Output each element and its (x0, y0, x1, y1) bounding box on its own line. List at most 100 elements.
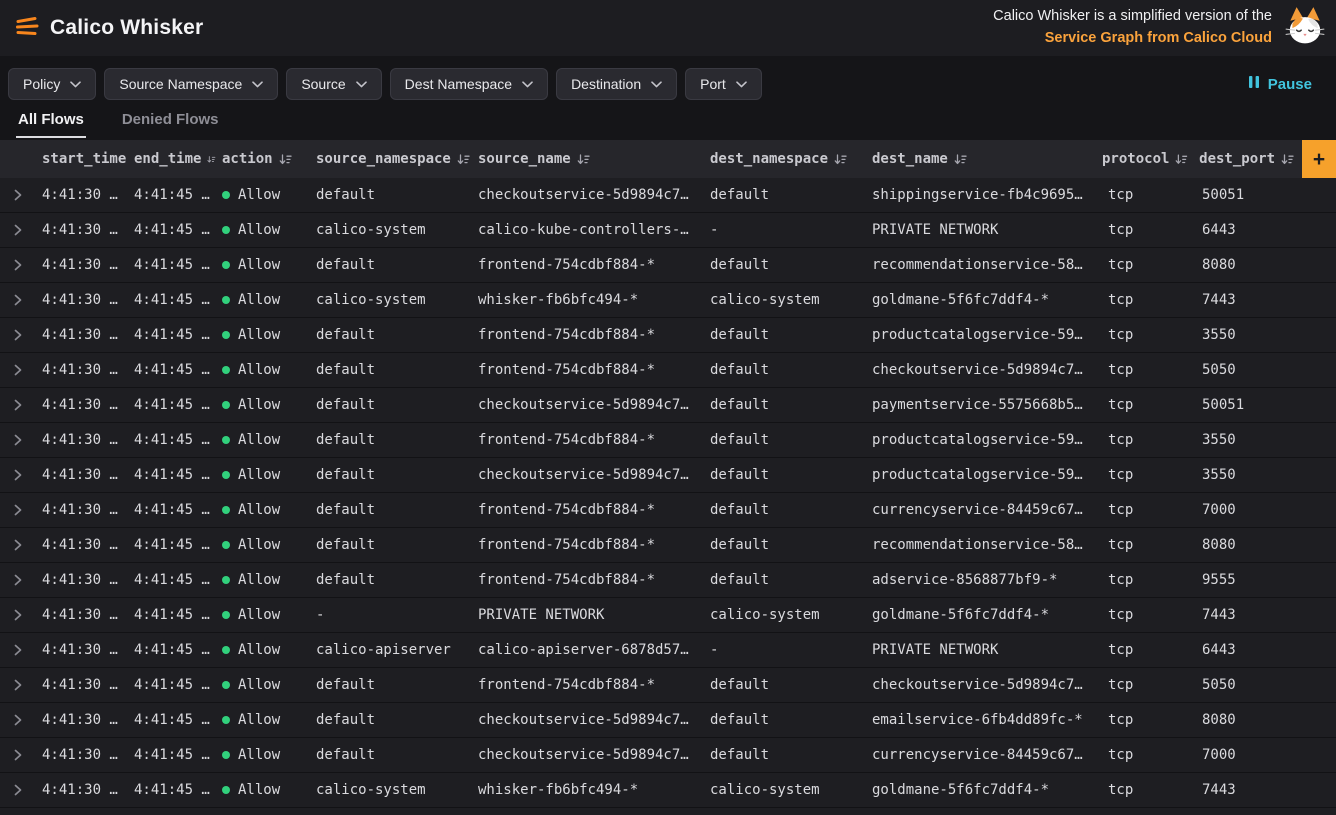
chevron-right-icon (14, 714, 22, 726)
filter-destination-button[interactable]: Destination (556, 68, 677, 100)
filter-source-button[interactable]: Source (286, 68, 381, 100)
cell-source_namespace: default (310, 397, 472, 413)
filter-dest-namespace-button[interactable]: Dest Namespace (390, 68, 548, 100)
row-expander[interactable] (0, 773, 36, 807)
row-expander[interactable] (0, 388, 36, 422)
allow-status-dot (222, 751, 230, 759)
cell-source_namespace: default (310, 257, 472, 273)
cell-protocol: tcp (1102, 467, 1196, 483)
cell-dest_namespace: default (704, 327, 866, 343)
column-header-source_namespace[interactable]: source_namespace (310, 151, 472, 167)
cell-source_name: whisker-fb6bfc494-* (472, 782, 704, 798)
pause-button[interactable]: Pause (1232, 75, 1328, 93)
chevron-down-icon (356, 81, 367, 88)
row-expander[interactable] (0, 318, 36, 352)
chevron-right-icon (14, 644, 22, 656)
row-expander[interactable] (0, 703, 36, 737)
action-label: Allow (238, 677, 280, 693)
action-label: Allow (238, 397, 280, 413)
table-row[interactable]: 4:41:30 …4:41:45 …Allowdefaultfrontend-7… (0, 353, 1336, 388)
column-header-dest_namespace[interactable]: dest_namespace (704, 151, 866, 167)
filter-port-button[interactable]: Port (685, 68, 762, 100)
row-expander[interactable] (0, 668, 36, 702)
row-expander[interactable] (0, 353, 36, 387)
action-label: Allow (238, 292, 280, 308)
cell-source_name: frontend-754cdbf884-* (472, 502, 704, 518)
cell-action: Allow (216, 642, 310, 658)
cell-dest_port: 7443 (1196, 607, 1302, 623)
action-label: Allow (238, 467, 280, 483)
table-row[interactable]: 4:41:30 …4:41:45 …Allowdefaultfrontend-7… (0, 668, 1336, 703)
row-expander[interactable] (0, 178, 36, 212)
column-header-protocol[interactable]: protocol (1102, 151, 1196, 167)
cell-source_name: checkoutservice-5d9894c7… (472, 467, 704, 483)
column-header-start_time[interactable]: start_time (36, 151, 128, 167)
tab-denied-flows[interactable]: Denied Flows (120, 109, 221, 136)
table-row[interactable]: 4:41:30 …4:41:45 …Allowdefaultcheckoutse… (0, 388, 1336, 423)
row-expander[interactable] (0, 458, 36, 492)
row-expander[interactable] (0, 493, 36, 527)
cell-source_name: frontend-754cdbf884-* (472, 327, 704, 343)
column-header-dest_name[interactable]: dest_name (866, 151, 1102, 167)
table-row[interactable]: 4:41:30 …4:41:45 …Allow-PRIVATE NETWORKc… (0, 598, 1336, 633)
allow-status-dot (222, 646, 230, 654)
cell-dest_port: 3550 (1196, 327, 1302, 343)
service-graph-link[interactable]: Service Graph from Calico Cloud (1045, 28, 1272, 50)
cell-action: Allow (216, 257, 310, 273)
row-expander[interactable] (0, 738, 36, 772)
row-expander[interactable] (0, 598, 36, 632)
cell-dest_port: 3550 (1196, 432, 1302, 448)
cell-action: Allow (216, 712, 310, 728)
filter-bar: PolicySource NamespaceSource Dest Namespa… (0, 68, 1336, 100)
cell-dest_namespace: calico-system (704, 782, 866, 798)
table-row[interactable]: 4:41:30 …4:41:45 …Allowdefaultcheckoutse… (0, 178, 1336, 213)
allow-status-dot (222, 331, 230, 339)
row-expander[interactable] (0, 633, 36, 667)
row-expander[interactable] (0, 213, 36, 247)
column-header-action[interactable]: action (216, 151, 310, 167)
filter-source-namespace-button[interactable]: Source Namespace (104, 68, 278, 100)
cell-end_time: 4:41:45 … (128, 747, 216, 763)
row-expander[interactable] (0, 248, 36, 282)
table-row[interactable]: 4:41:30 …4:41:45 …Allowcalico-systemwhis… (0, 283, 1336, 318)
table-row[interactable]: 4:41:30 …4:41:45 …Allowcalico-apiserverc… (0, 633, 1336, 668)
column-label: dest_port (1199, 151, 1275, 167)
table-row[interactable]: 4:41:30 …4:41:45 …Allowdefaultfrontend-7… (0, 423, 1336, 458)
cell-start_time: 4:41:30 … (36, 257, 128, 273)
whisker-logo-icon (14, 13, 40, 44)
cell-dest_namespace: default (704, 502, 866, 518)
table-row[interactable]: 4:41:30 …4:41:45 …Allowdefaultfrontend-7… (0, 318, 1336, 353)
cell-start_time: 4:41:30 … (36, 362, 128, 378)
column-label: dest_name (872, 151, 948, 167)
table-row[interactable]: 4:41:30 …4:41:45 …Allowdefaultfrontend-7… (0, 528, 1336, 563)
cell-end_time: 4:41:45 … (128, 712, 216, 728)
cell-end_time: 4:41:45 … (128, 502, 216, 518)
table-row[interactable]: 4:41:30 …4:41:45 …Allowdefaultcheckoutse… (0, 703, 1336, 738)
allow-status-dot (222, 471, 230, 479)
cell-start_time: 4:41:30 … (36, 782, 128, 798)
cell-protocol: tcp (1102, 327, 1196, 343)
column-label: end_time (134, 151, 201, 167)
allow-status-dot (222, 296, 230, 304)
row-expander[interactable] (0, 283, 36, 317)
table-row[interactable]: 4:41:30 …4:41:45 …Allowdefaultfrontend-7… (0, 563, 1336, 598)
table-row[interactable]: 4:41:30 …4:41:45 …Allowcalico-systemcali… (0, 213, 1336, 248)
action-label: Allow (238, 712, 280, 728)
table-row[interactable]: 4:41:30 …4:41:45 …Allowdefaultfrontend-7… (0, 493, 1336, 528)
filter-policy-button[interactable]: Policy (8, 68, 96, 100)
row-expander[interactable] (0, 528, 36, 562)
cell-end_time: 4:41:45 … (128, 677, 216, 693)
table-row[interactable]: 4:41:30 …4:41:45 …Allowcalico-systemwhis… (0, 773, 1336, 808)
column-header-end_time[interactable]: end_time (128, 151, 216, 167)
table-row[interactable]: 4:41:30 …4:41:45 …Allowdefaultcheckoutse… (0, 458, 1336, 493)
column-header-dest_port[interactable]: dest_port (1196, 151, 1302, 167)
chevron-right-icon (14, 329, 22, 341)
table-row[interactable]: 4:41:30 …4:41:45 …Allowdefaultfrontend-7… (0, 248, 1336, 283)
tab-all-flows[interactable]: All Flows (16, 109, 86, 138)
column-header-source_name[interactable]: source_name (472, 151, 704, 167)
add-column-button[interactable]: + (1302, 140, 1336, 178)
row-expander[interactable] (0, 423, 36, 457)
cell-dest_name: recommendationservice-58… (866, 257, 1102, 273)
row-expander[interactable] (0, 563, 36, 597)
table-row[interactable]: 4:41:30 …4:41:45 …Allowdefaultcheckoutse… (0, 738, 1336, 773)
